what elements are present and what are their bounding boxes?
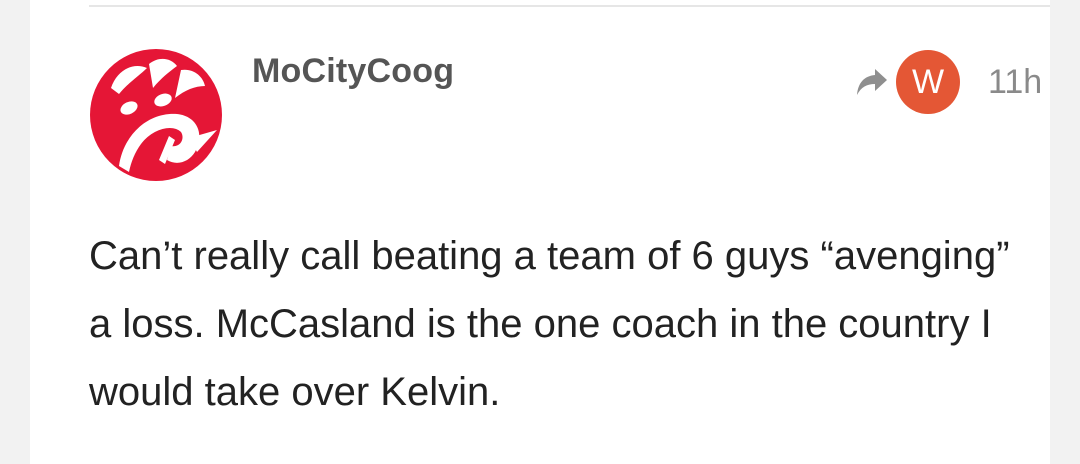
post-meta: W 11h <box>852 46 1050 118</box>
reply-arrow-icon[interactable] <box>852 62 892 102</box>
page: MoCityCoog W 11h Can’t really call beati… <box>0 0 1080 464</box>
post-timestamp[interactable]: 11h <box>988 63 1050 102</box>
post-username[interactable]: MoCityCoog <box>252 52 454 91</box>
post-body: Can’t really call beating a team of 6 gu… <box>89 234 1010 414</box>
avatar-logo-icon <box>90 49 222 181</box>
user-avatar-badge[interactable]: W <box>896 50 960 114</box>
avatar[interactable] <box>89 48 223 182</box>
top-divider <box>89 5 1050 7</box>
